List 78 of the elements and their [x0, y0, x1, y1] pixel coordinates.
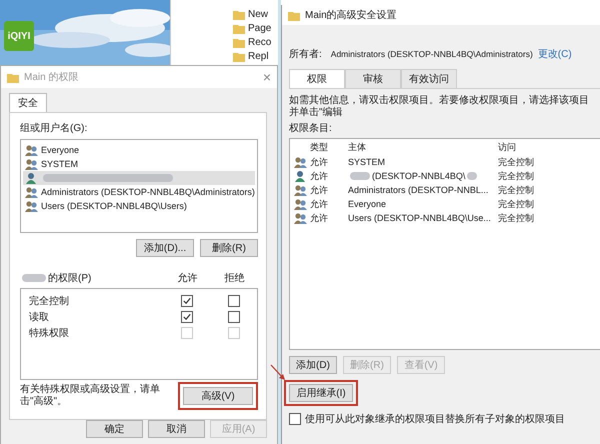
permission-name: 读取: [29, 310, 50, 324]
table-cell-text: 允许: [310, 198, 329, 210]
group-icon: [25, 158, 38, 170]
permissions-label: 的权限(P): [48, 272, 92, 285]
group-icon: [25, 144, 38, 156]
table-cell: Everyone: [348, 199, 386, 209]
table-cell-text: 允许: [310, 170, 329, 182]
user-icon: [294, 170, 306, 182]
table-cell-text: 允许: [310, 212, 329, 224]
checkbox-label: 使用可从此对象继承的权限项目替换所有子对象的权限项目: [305, 412, 565, 426]
window-title: Main的高级安全设置: [305, 8, 398, 22]
hint-text: 有关特殊权限或高级设置，请单击"高级"。: [20, 384, 161, 408]
table-cell-text: 完全控制: [498, 184, 535, 196]
group-icon: [294, 198, 306, 210]
change-link[interactable]: 更改(C): [538, 47, 572, 61]
group-icon: [25, 186, 38, 198]
checkbox[interactable]: [228, 295, 240, 307]
tree-item[interactable]: Reco: [248, 37, 272, 48]
checkbox[interactable]: [289, 413, 301, 425]
table-cell-text: 完全控制: [498, 212, 535, 224]
folder-icon: [233, 9, 245, 20]
table-cell: SYSTEM: [348, 157, 386, 167]
table-cell-text: 允许: [310, 184, 329, 196]
column-header[interactable]: 访问: [498, 140, 568, 154]
button[interactable]: 删除(R): [200, 239, 258, 257]
owner-value: Administrators (DESKTOP-NNBL4BQ\Administrators): [330, 49, 533, 59]
group-icon: [294, 184, 306, 196]
info-text: 如需其他信息，请双击权限项目。若要修改权限项目，请选择该项目并单击"编辑: [289, 95, 590, 119]
group-label: 组或用户名(G):: [20, 122, 88, 135]
button[interactable]: 取消: [148, 420, 205, 438]
button[interactable]: 高级(V): [183, 387, 253, 405]
list-item[interactable]: Everyone: [23, 143, 255, 157]
button[interactable]: 确定: [86, 420, 143, 438]
user-icon: [25, 172, 38, 184]
group-icon: [25, 200, 38, 212]
table-cell-text: 完全控制: [498, 170, 535, 182]
table-cell-text: 允许: [310, 156, 329, 168]
table-cell-text: 完全控制: [498, 198, 535, 210]
table-cell-text: 完全控制: [498, 156, 535, 168]
owner-label: 所有者:: [289, 48, 322, 61]
folder-icon: [233, 51, 245, 62]
tree-item[interactable]: Page: [248, 23, 272, 34]
permission-name: 特殊权限: [29, 326, 70, 340]
list-item[interactable]: Administrators (DESKTOP-NNBL4BQ\Administrators): [23, 185, 255, 199]
group-icon: [294, 212, 306, 224]
checkbox[interactable]: [180, 311, 192, 323]
redacted-text: [22, 274, 46, 282]
redacted-text: [467, 172, 478, 180]
column-header: 允许: [176, 272, 198, 285]
column-header[interactable]: 类型: [310, 140, 348, 154]
folder-icon: [288, 10, 300, 20]
list-item[interactable]: SYSTEM: [23, 157, 255, 171]
button[interactable]: 添加(D): [289, 356, 337, 374]
tab[interactable]: 审核: [345, 69, 401, 88]
column-header[interactable]: 主体: [348, 140, 498, 154]
checkbox[interactable]: [180, 295, 192, 307]
redacted-text: [350, 172, 370, 180]
group-icon: [294, 156, 306, 168]
tab[interactable]: 安全: [9, 93, 47, 112]
window-title: Main 的权限: [24, 70, 80, 84]
permission-name: 完全控制: [29, 294, 70, 308]
button[interactable]: 添加(D)...: [136, 239, 194, 257]
folder-icon: [7, 72, 19, 82]
checkbox[interactable]: [228, 311, 240, 323]
table-cell: Users (DESKTOP-NNBL4BQ\Use...: [348, 213, 491, 223]
folder-icon: [233, 37, 245, 48]
tree-item[interactable]: New: [248, 9, 268, 20]
folder-icon: [233, 23, 245, 34]
close-button[interactable]: ×: [262, 69, 271, 85]
table-cell: (DESKTOP-NNBL4BQ\: [372, 171, 466, 181]
table-cell: Administrators (DESKTOP-NNBL...: [348, 185, 488, 195]
tree-item[interactable]: Repl: [248, 51, 269, 62]
column-header: 拒绝: [224, 272, 246, 285]
tab[interactable]: 有效访问: [401, 69, 457, 88]
list-item[interactable]: Users (DESKTOP-NNBL4BQ\Users): [23, 199, 255, 213]
tab[interactable]: 权限: [289, 69, 345, 88]
button[interactable]: 启用继承(I): [289, 384, 353, 402]
entries-label: 权限条目:: [289, 122, 333, 135]
